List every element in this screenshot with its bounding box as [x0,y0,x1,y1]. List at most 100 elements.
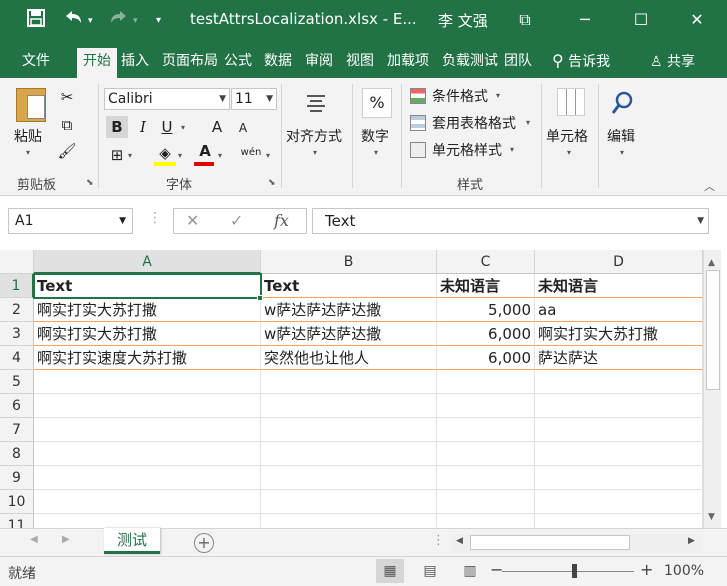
cell-b4[interactable]: 突然他也让他人 [261,346,437,370]
phonetic-guide-button[interactable]: wén [240,142,262,164]
column-header-d[interactable]: D [535,250,703,274]
row-header[interactable]: 5 [0,370,34,394]
undo-icon[interactable] [62,9,84,34]
fill-handle[interactable] [257,295,263,301]
underline-dropdown-icon[interactable]: ▾ [181,123,185,132]
empty-cell[interactable] [535,466,703,490]
cells-button[interactable]: 单元格 ▾ [545,84,595,168]
select-all-button[interactable] [0,250,34,274]
row-header[interactable]: 2 [0,298,34,322]
empty-cell[interactable] [261,514,437,528]
next-sheet-icon[interactable]: ▶ [62,534,70,545]
clipboard-launcher-icon[interactable]: ⬊ [86,178,94,188]
empty-cell[interactable] [535,442,703,466]
empty-cell[interactable] [34,418,261,442]
column-header-a[interactable]: A [34,250,261,274]
number-format-button[interactable]: % 数字 ▾ [356,84,398,168]
cell-c4[interactable]: 6,000 [437,346,535,370]
cell-d3[interactable]: 啊实打实大苏打撒 [535,322,703,346]
cell-b2[interactable]: w萨达萨达萨达撒 [261,298,437,322]
prev-sheet-icon[interactable]: ◀ [30,534,38,545]
tell-me-search[interactable]: ⚲ 告诉我 [552,51,610,71]
column-header-c[interactable]: C [437,250,535,274]
user-name[interactable]: 李 文强 [438,10,488,31]
zoom-slider-thumb[interactable] [572,564,577,578]
expand-formula-bar-icon[interactable]: ▼ [697,209,704,233]
font-color-dropdown-icon[interactable]: ▾ [218,151,222,160]
empty-cell[interactable] [437,442,535,466]
fill-color-icon[interactable]: ◈ [154,142,176,164]
tab-home[interactable]: 开始 [77,48,117,78]
formula-input[interactable]: Text ▼ [312,208,709,234]
cell-d2[interactable]: aa [535,298,703,322]
tab-load-test[interactable]: 负载测试 [442,48,498,78]
cell-b1[interactable]: Text [261,274,437,298]
format-painter-icon[interactable]: 🖌 [56,140,78,162]
cell-b3[interactable]: w萨达萨达萨达撒 [261,322,437,346]
empty-cell[interactable] [535,394,703,418]
font-launcher-icon[interactable]: ⬊ [268,178,276,188]
empty-cell[interactable] [437,370,535,394]
name-box[interactable]: A1 ▼ [8,208,133,234]
zoom-out-button[interactable]: − [490,560,503,579]
empty-cell[interactable] [437,466,535,490]
tab-review[interactable]: 审阅 [305,48,339,78]
tab-splitter-icon[interactable]: ⋮ [432,533,445,548]
font-size-select[interactable]: 11 ▼ [231,88,277,110]
tab-file[interactable]: 文件 [22,48,56,78]
ribbon-display-options-icon[interactable]: ⧉ [510,6,540,34]
empty-cell[interactable] [261,418,437,442]
empty-cell[interactable] [437,394,535,418]
redo-icon[interactable] [108,9,130,34]
cell-a2[interactable]: 啊实打实大苏打撒 [34,298,261,322]
normal-view-icon[interactable]: ▦ [376,559,404,583]
collapse-ribbon-icon[interactable]: ︿ [704,178,715,194]
empty-cell[interactable] [261,490,437,514]
scroll-up-icon[interactable]: ▲ [708,258,715,268]
zoom-level[interactable]: 100% [664,563,704,579]
cell-d4[interactable]: 萨达萨达 [535,346,703,370]
resize-handle-icon[interactable]: ⋮ [148,210,162,226]
cell-a3[interactable]: 啊实打实大苏打撒 [34,322,261,346]
row-header[interactable]: 8 [0,442,34,466]
alignment-button[interactable]: 对齐方式 ▾ [286,84,348,168]
empty-cell[interactable] [437,418,535,442]
bold-button[interactable]: B [106,116,128,138]
cut-icon[interactable]: ✂ [56,86,78,108]
customize-quick-access-icon[interactable]: ▾ [156,9,161,33]
empty-cell[interactable] [437,490,535,514]
zoom-slider[interactable] [502,571,634,572]
close-button[interactable]: ✕ [682,6,712,34]
cell-a4[interactable]: 啊实打实速度大苏打撒 [34,346,261,370]
increase-font-size-button[interactable]: A [206,116,228,138]
row-header[interactable]: 6 [0,394,34,418]
phonetic-dropdown-icon[interactable]: ▾ [266,151,270,160]
row-header[interactable]: 11 [0,514,34,528]
cell-a1[interactable]: Text [34,274,261,298]
tab-team[interactable]: 团队 [504,48,538,78]
empty-cell[interactable] [535,418,703,442]
row-header[interactable]: 10 [0,490,34,514]
empty-cell[interactable] [34,514,261,528]
empty-cell[interactable] [535,514,703,528]
empty-cell[interactable] [535,490,703,514]
save-icon[interactable] [27,9,45,34]
tab-formulas[interactable]: 公式 [224,48,258,78]
empty-cell[interactable] [535,370,703,394]
minimize-button[interactable]: ─ [570,6,600,34]
borders-icon[interactable]: ⊞ [106,144,128,166]
vertical-scrollbar[interactable]: ▲ ▼ [703,250,721,528]
row-header[interactable]: 3 [0,322,34,346]
italic-button[interactable]: I [132,116,154,138]
empty-cell[interactable] [34,394,261,418]
empty-cell[interactable] [34,466,261,490]
editing-button[interactable]: 编辑 ▾ [602,84,644,168]
fill-color-dropdown-icon[interactable]: ▾ [178,151,182,160]
tab-add-ins[interactable]: 加载项 [387,48,437,78]
empty-cell[interactable] [437,514,535,528]
paste-button[interactable]: 粘贴 ▾ [10,84,52,164]
copy-icon[interactable]: ⧉ [56,114,78,136]
font-color-button[interactable]: A [194,140,216,162]
borders-dropdown-icon[interactable]: ▾ [128,151,132,160]
horizontal-scroll-thumb[interactable] [470,535,630,550]
